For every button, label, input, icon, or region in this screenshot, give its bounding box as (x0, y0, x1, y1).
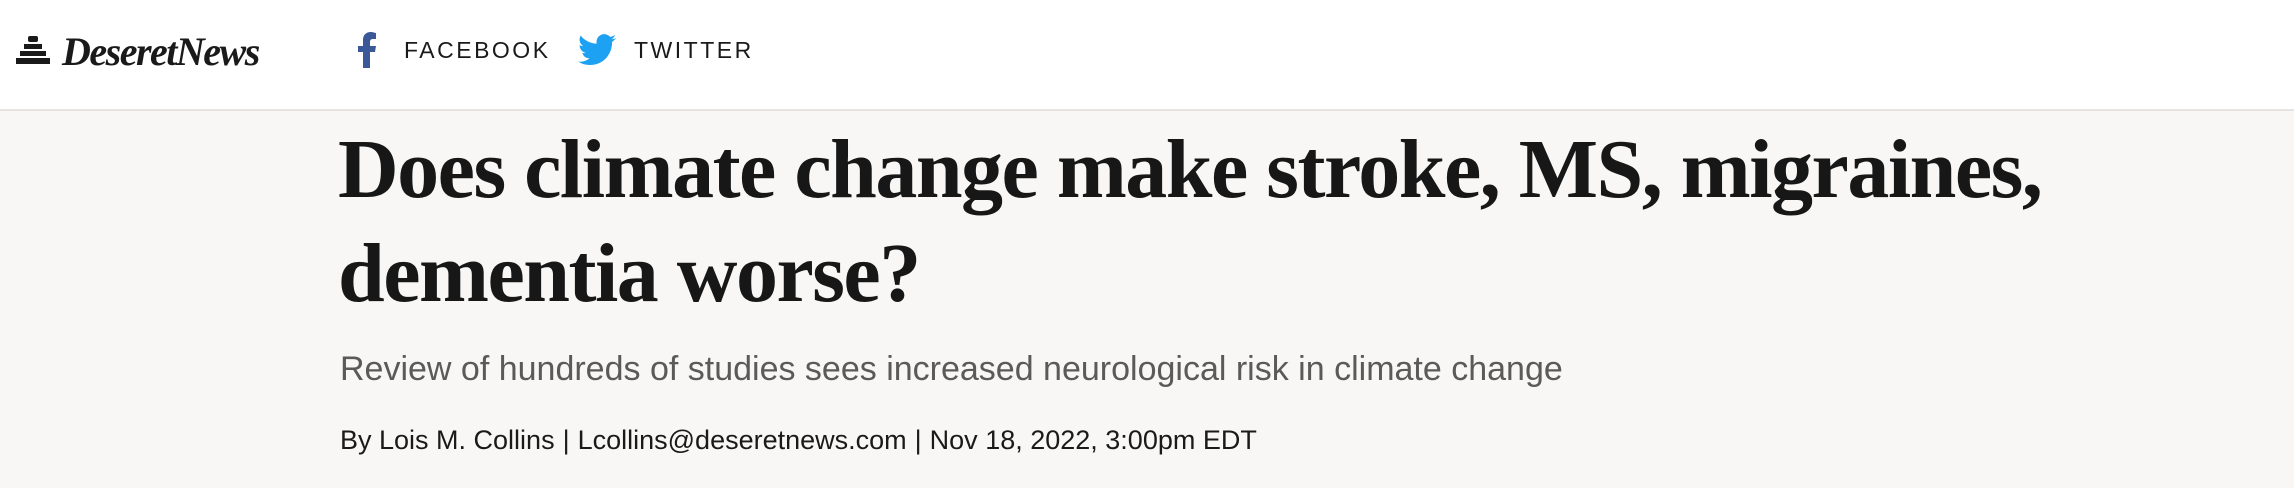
facebook-label: FACEBOOK (404, 36, 551, 63)
article-headline: Does climate change make stroke, MS, mig… (338, 123, 2043, 320)
byline-separator: | (914, 425, 922, 455)
beehive-icon (16, 36, 50, 66)
article-byline: By Lois M. Collins | Lcollins@deseretnew… (340, 420, 1257, 460)
byline-date: Nov 18, 2022, 3:00pm EDT (929, 425, 1257, 455)
twitter-share-button[interactable]: TWITTER (578, 30, 754, 70)
author-email-link[interactable]: Lcollins@deseretnews.com (578, 420, 907, 460)
twitter-icon (578, 34, 616, 66)
logo-wordmark: DeseretNews (62, 28, 260, 74)
byline-author: By Lois M. Collins (340, 425, 555, 455)
article-subhead: Review of hundreds of studies sees incre… (340, 350, 1563, 388)
site-header: DeseretNews FACEBOOK TWITTER (0, 0, 2294, 111)
byline-separator: | (562, 425, 570, 455)
site-logo[interactable]: DeseretNews (16, 26, 260, 76)
facebook-icon (358, 32, 376, 68)
facebook-share-button[interactable]: FACEBOOK (358, 30, 551, 70)
twitter-label: TWITTER (634, 36, 754, 63)
